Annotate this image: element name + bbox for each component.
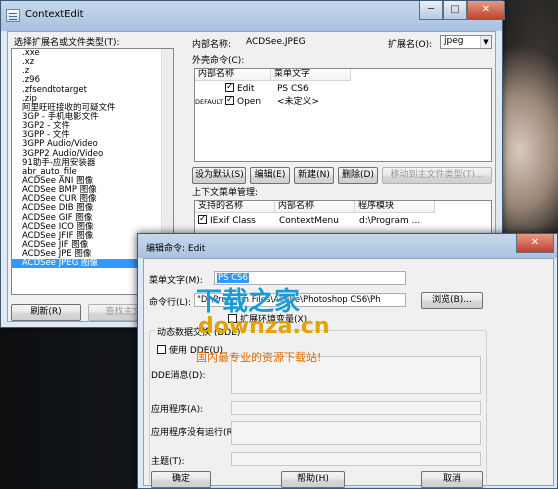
topic-label: 主题(T): [151,457,185,467]
shell-row-menu-text: PS CS6 [277,84,309,94]
topic-input[interactable] [231,452,481,466]
ok-button[interactable]: 确定 [151,471,211,488]
maximize-button[interactable]: □ [443,1,467,20]
dde-message-label: DDE消息(D): [151,371,206,381]
cancel-button[interactable]: 取消 [421,471,483,488]
minimize-button[interactable]: ─ [419,1,443,20]
list-item[interactable]: .xz [12,58,173,67]
ext-dropdown[interactable]: jpeg ▼ [440,35,492,49]
chevron-down-icon: ▼ [480,36,491,48]
internal-name-label: 内部名称: [192,40,232,50]
context-header-module: 程序模块 [355,201,435,213]
shell-commands-label: 外壳命令(C): [192,56,245,66]
window-title: ContextEdit [25,9,84,20]
shell-header-name: 内部名称 [195,69,271,81]
context-menu-label: 上下文菜单管理: [192,188,259,198]
new-button[interactable]: 新建(N) [294,167,334,184]
row-checkbox[interactable] [225,94,234,106]
command-line-label: 命令行(L): [149,298,192,308]
close-button[interactable]: ✕ [467,1,505,20]
dialog-close-button[interactable]: ✕ [516,234,554,253]
dialog-title: 编辑命令: Edit [146,244,206,254]
menu-text-label: 菜单文字(M): [149,276,203,286]
shell-row-name: Open [237,97,262,107]
watermark-domain: downza.cn [198,314,330,339]
app-not-running-input[interactable] [231,421,481,445]
shell-header-menu: 菜单文字 [271,69,351,81]
refresh-button[interactable]: 刷新(R) [11,304,81,321]
row-checkbox[interactable] [198,213,207,225]
row-checkbox[interactable] [225,81,234,93]
ext-label: 扩展名(O): [388,40,433,50]
context-row-internal: ContextMenu [279,216,339,226]
help-button[interactable]: 帮助(H) [281,471,345,488]
internal-name-value: ACDSee.JPEG [246,37,306,47]
browse-button[interactable]: 浏览(B)... [421,292,483,309]
delete-button[interactable]: 删除(D) [338,167,378,184]
context-row-name-cell: IExif Class [198,213,256,227]
context-row-module: d:\Program ... [359,216,421,226]
move-to-main-type-button[interactable]: 移动到主文件类型(T)... [382,167,492,184]
list-item[interactable]: .xxe [12,49,173,58]
application-label: 应用程序(A): [151,405,204,415]
shell-commands-grid[interactable]: 内部名称 菜单文字 Edit PS CS6 DEFAULT Open <未定义> [194,68,492,162]
app-not-running-label: 应用程序没有运行(R): [151,428,240,438]
table-row[interactable]: DEFAULT Open <未定义> [195,94,355,108]
table-row[interactable]: Edit PS CS6 [195,81,355,95]
context-row-name: IExif Class [210,216,256,226]
table-row[interactable]: IExif Class ContextMenu d:\Program ... [195,213,491,227]
use-dde-checkbox[interactable] [157,345,166,354]
dialog-title-bar[interactable]: 编辑命令: Edit ✕ [138,234,557,258]
application-input[interactable] [231,401,481,415]
ext-list-label: 选择扩展名或文件类型(T): [14,38,120,48]
shell-row-menu-text: <未定义> [277,97,320,107]
ext-dropdown-value: jpeg [444,36,464,46]
default-marker: DEFAULT [195,98,224,106]
context-header-internal: 内部名称 [275,201,355,213]
app-icon [6,9,20,22]
edit-button[interactable]: 编辑(E) [250,167,290,184]
set-default-button[interactable]: 设为默认(S) [192,167,246,184]
watermark-logo-text: 下载之家 [196,287,301,317]
shell-row-name: Edit [237,84,255,94]
title-bar[interactable]: ContextEdit ─ □ ✕ [1,1,505,31]
shell-row-name-cell: Open [225,94,262,108]
watermark-slogan: 国内最专业的资源下载站! [196,351,322,364]
context-header-name: 支持的名称 [195,201,275,213]
